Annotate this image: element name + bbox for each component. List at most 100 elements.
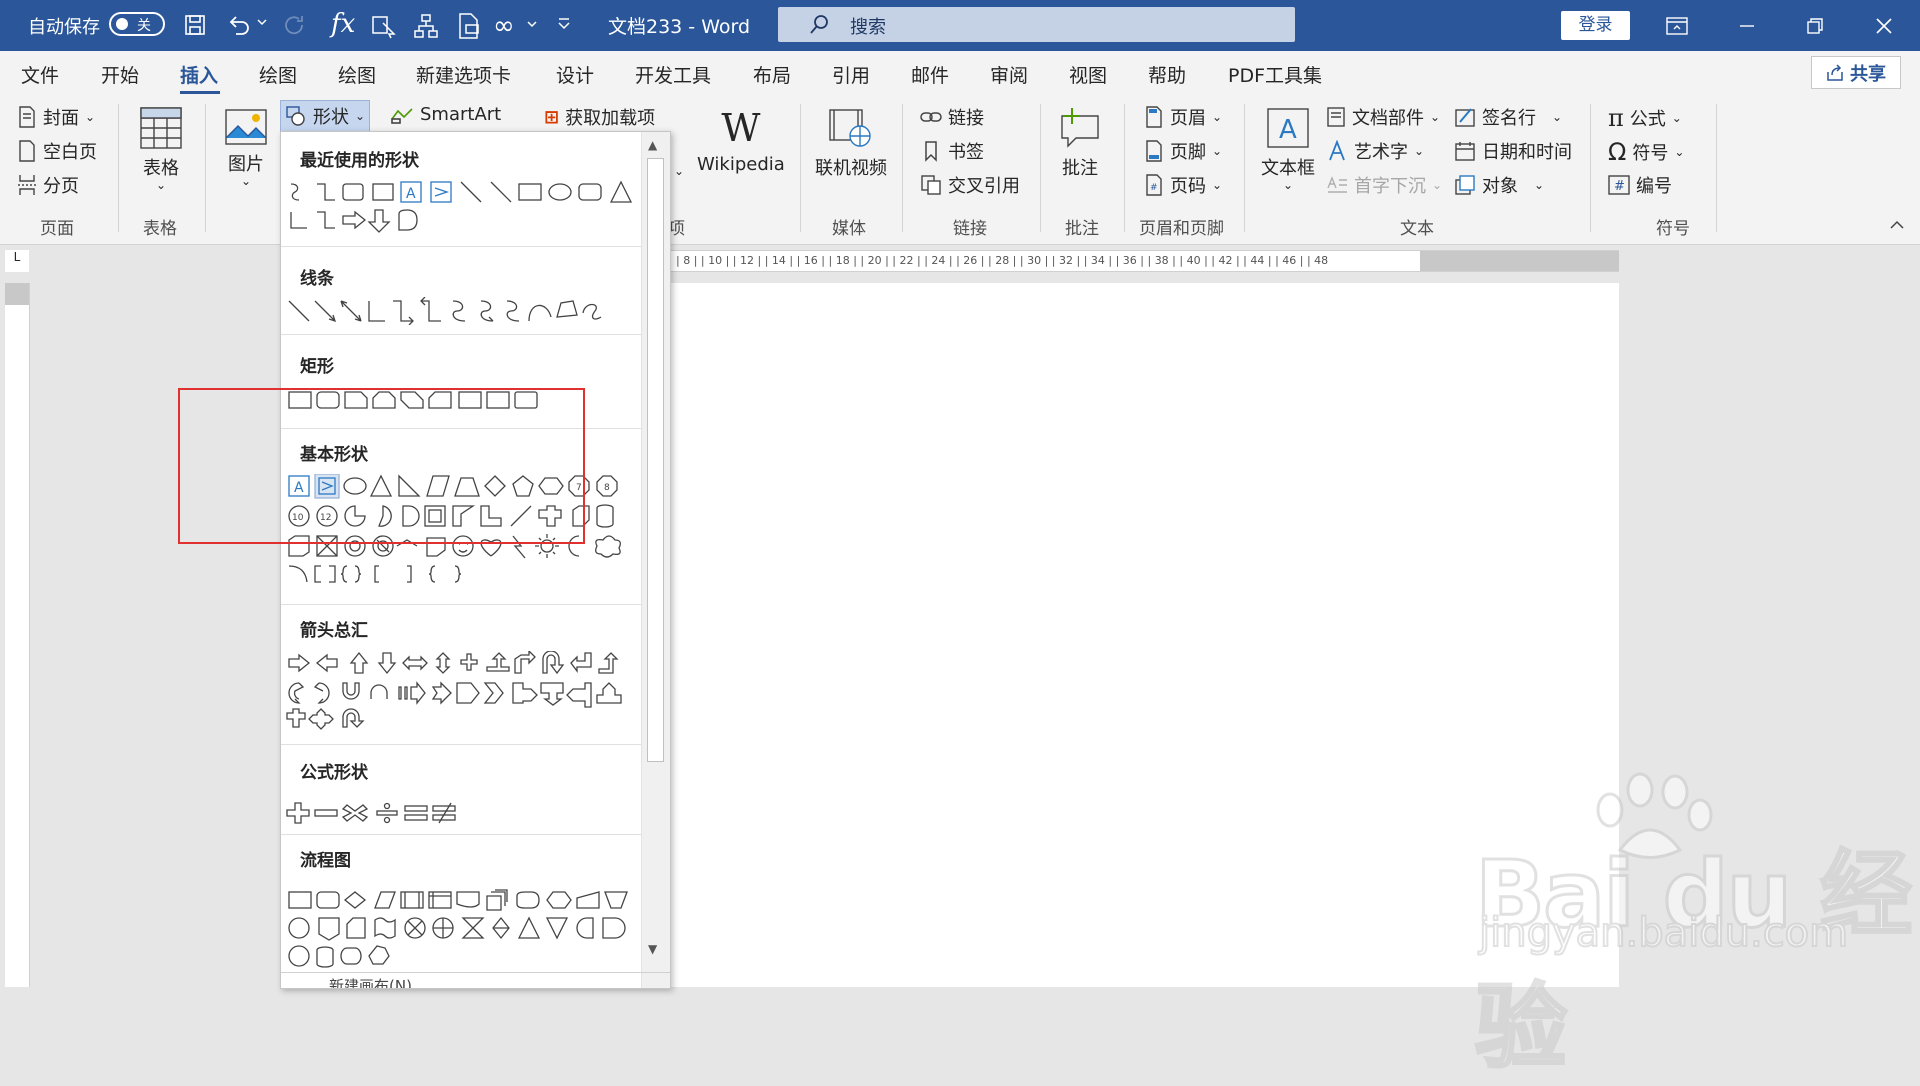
scroll-down-icon[interactable]: ▼ (648, 942, 657, 956)
section-recent-shapes: 最近使用的形状 (300, 151, 419, 171)
search-box[interactable]: 搜索 (778, 7, 1295, 42)
section-flowchart: 流程图 (300, 851, 351, 871)
recent-shapes-grid[interactable]: A (285, 180, 641, 236)
addins-chevron-icon[interactable]: ⌄ (674, 164, 684, 178)
tab-design[interactable]: 设计 (556, 61, 594, 88)
online-video-button[interactable]: 联机视频 (815, 106, 887, 180)
shapes-scrollbar[interactable]: ▲ ▼ (641, 132, 670, 988)
tab-file[interactable]: 文件 (21, 61, 59, 88)
menu-tabs: 文件 开始 插入 绘图 绘图 新建选项卡 设计 开发工具 布局 引用 邮件 审阅… (0, 51, 1920, 96)
scroll-up-icon[interactable]: ▲ (648, 138, 657, 152)
tab-mailings[interactable]: 邮件 (911, 61, 949, 88)
autosave-label: 自动保存 (28, 17, 100, 38)
tab-developer[interactable]: 开发工具 (635, 61, 711, 88)
share-button[interactable]: 共享 (1811, 56, 1901, 89)
restore-icon[interactable] (1783, 0, 1847, 51)
tab-draw[interactable]: 绘图 (259, 61, 297, 88)
tab-selector[interactable]: L (5, 250, 29, 272)
page-break-button[interactable]: 分页 (17, 172, 79, 198)
footer-button[interactable]: 页脚 ⌄ (1144, 138, 1222, 164)
shapes-button[interactable]: 形状 ⌄ (280, 100, 371, 132)
block-arrows-grid[interactable] (285, 651, 641, 731)
signature-line-button[interactable]: 签名行 ⌄ (1454, 104, 1562, 130)
link-button[interactable]: 链接 (920, 104, 984, 130)
flowchart-grid[interactable] (285, 888, 641, 968)
tab-references[interactable]: 引用 (832, 61, 870, 88)
numbering-button[interactable]: # 编号 (1608, 172, 1672, 198)
wordart-button[interactable]: 艺术字 ⌄ (1326, 138, 1424, 164)
tab-layout[interactable]: 布局 (753, 61, 791, 88)
tab-draw-2[interactable]: 绘图 (338, 61, 376, 88)
picture-button[interactable]: 图片 ⌄ (224, 108, 268, 188)
shapes-dropdown[interactable]: 最近使用的形状 A 线条 矩形 基本形状 A 7 8 10 12 箭头总汇 公式… (280, 131, 671, 989)
baidu-watermark-logo: Bai du 经验 jingyan.baidu.com (1474, 770, 1920, 1083)
infinity-icon[interactable]: ∞ (493, 11, 515, 41)
insert-function-icon[interactable]: fx (331, 9, 355, 39)
customize-toolbar-icon[interactable] (557, 16, 571, 32)
tab-pdf-tools[interactable]: PDF工具集 (1228, 61, 1322, 88)
basic-shapes-grid[interactable]: A 7 8 10 12 (285, 474, 641, 594)
tab-help[interactable]: 帮助 (1148, 61, 1186, 88)
bookmark-button[interactable]: 书签 (920, 138, 984, 164)
table-button[interactable]: 表格 ⌄ (139, 106, 183, 192)
section-lines: 线条 (300, 269, 334, 289)
equation-button[interactable]: π 公式 ⌄ (1608, 104, 1682, 132)
collapse-ribbon-icon[interactable] (1890, 220, 1904, 230)
document-export-icon[interactable] (456, 12, 482, 40)
group-label-comments: 批注 (1065, 219, 1099, 239)
page-number-icon: # (1146, 174, 1162, 196)
svg-text:#: # (1614, 179, 1625, 194)
svg-text:A: A (1279, 115, 1297, 145)
rectangles-grid[interactable] (285, 388, 641, 412)
undo-dropdown-chevron-icon[interactable] (256, 16, 268, 28)
comment-button[interactable]: 批注 (1058, 106, 1102, 180)
tab-new-tab[interactable]: 新建选项卡 (416, 61, 511, 88)
object-button[interactable]: 对象 ⌄ (1454, 172, 1544, 198)
drop-cap-button: 首字下沉 ⌄ (1326, 172, 1442, 198)
undo-icon[interactable] (226, 12, 252, 38)
quick-parts-button[interactable]: 文档部件 ⌄ (1326, 104, 1440, 130)
horizontal-ruler[interactable]: | 8 | | 10 | | 12 | | 14 | | 16 | | 18 |… (668, 250, 1619, 272)
minimize-icon[interactable] (1715, 0, 1779, 51)
vertical-ruler[interactable] (5, 283, 30, 987)
cover-page-button[interactable]: 封面 ⌄ (17, 104, 95, 130)
infinity-chevron-icon[interactable] (526, 18, 538, 30)
blank-page-button[interactable]: 空白页 (17, 138, 97, 164)
header-button[interactable]: 页眉 ⌄ (1144, 104, 1222, 130)
online-video-icon (829, 109, 871, 147)
tab-insert[interactable]: 插入 (180, 61, 218, 88)
close-icon[interactable] (1852, 0, 1916, 51)
autosave-toggle[interactable]: 关 (109, 12, 165, 36)
group-label-symbols: 符号 (1656, 219, 1690, 239)
scroll-thumb[interactable] (647, 158, 664, 762)
page-number-button[interactable]: # 页码 ⌄ (1144, 172, 1222, 198)
select-object-icon[interactable] (370, 12, 398, 40)
bookmark-icon (925, 141, 937, 162)
cross-reference-button[interactable]: 交叉引用 (920, 172, 1020, 198)
redo-icon[interactable] (282, 13, 308, 39)
tab-home[interactable]: 开始 (101, 61, 139, 88)
ribbon-display-options-icon[interactable] (1645, 0, 1709, 51)
section-basic-shapes: 基本形状 (300, 445, 368, 465)
textbox-icon: A (1267, 108, 1309, 148)
new-canvas-item[interactable]: 新建画布(N) (281, 972, 670, 988)
tab-view[interactable]: 视图 (1069, 61, 1107, 88)
get-addins-button[interactable]: ⊞ 获取加载项 (544, 104, 655, 130)
equation-shapes-grid[interactable] (285, 801, 641, 825)
lines-grid[interactable] (285, 297, 641, 325)
org-chart-icon[interactable] (412, 12, 440, 40)
symbol-button[interactable]: Ω 符号 ⌄ (1608, 138, 1684, 166)
share-icon (1827, 63, 1843, 81)
smartart-button[interactable]: SmartArt (390, 104, 501, 125)
tab-review[interactable]: 审阅 (990, 61, 1028, 88)
date-time-icon (1455, 142, 1475, 161)
svg-text:7: 7 (576, 483, 582, 493)
group-label-header-footer: 页眉和页脚 (1139, 219, 1224, 239)
date-time-button[interactable]: 日期和时间 (1454, 138, 1572, 164)
comment-icon (1061, 108, 1099, 148)
svg-text:A: A (406, 186, 416, 202)
wikipedia-button[interactable]: W Wikipedia (697, 106, 785, 175)
save-icon[interactable] (183, 13, 207, 37)
login-button[interactable]: 登录 (1561, 11, 1630, 40)
textbox-button[interactable]: A 文本框 ⌄ (1261, 106, 1315, 192)
